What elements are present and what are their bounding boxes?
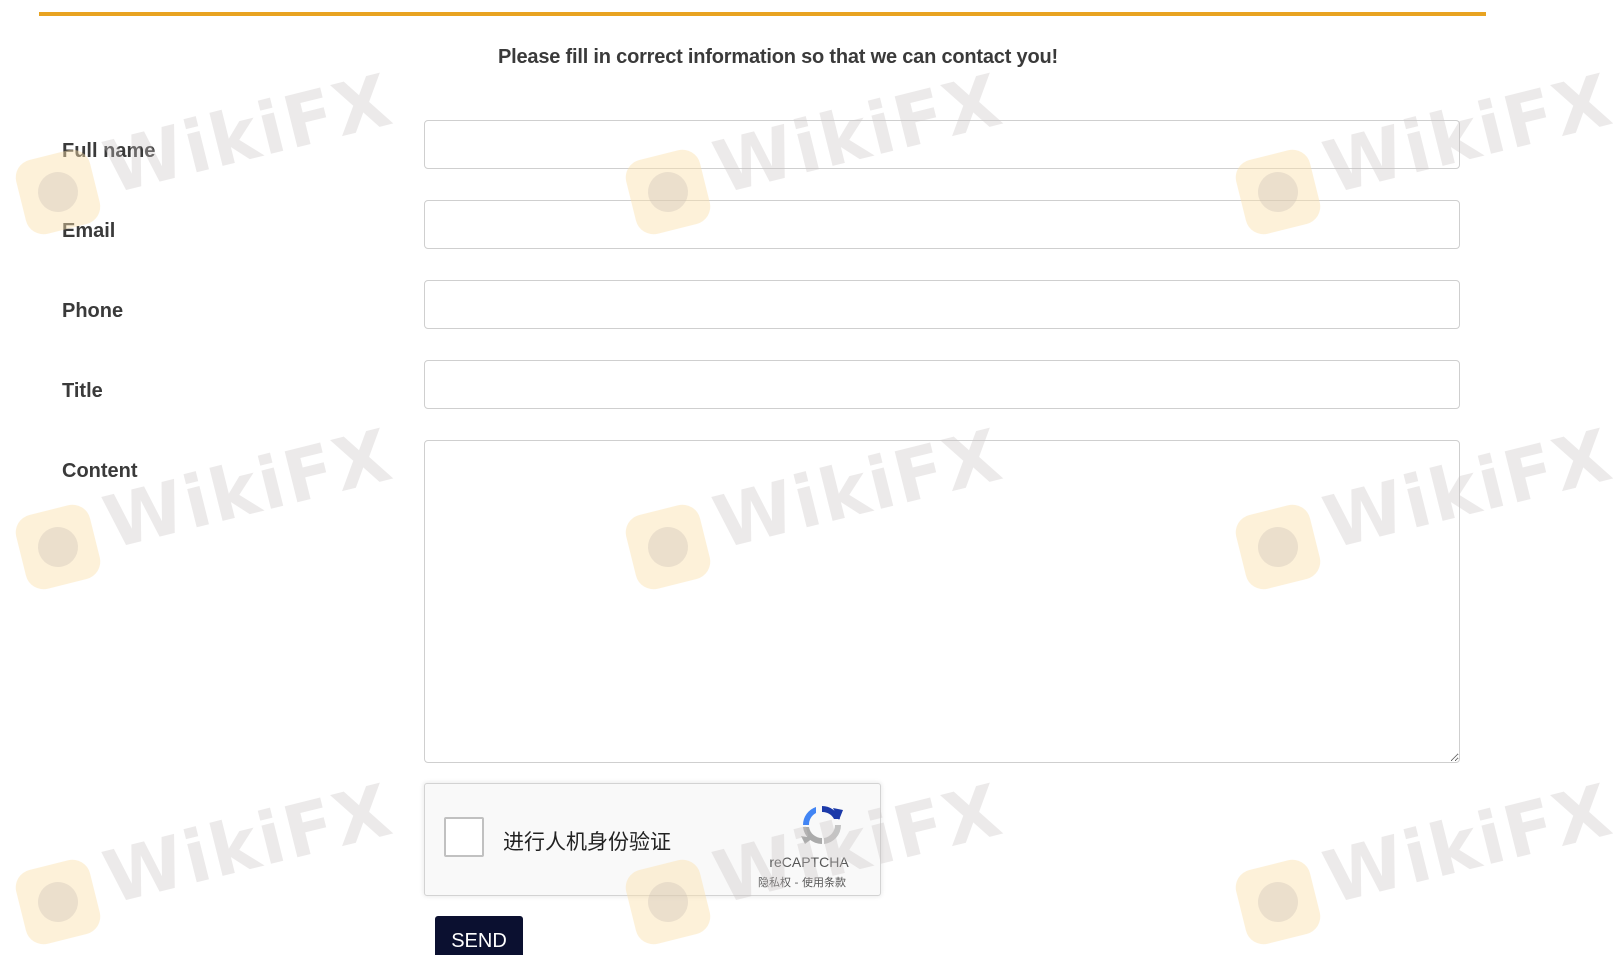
phone-label: Phone [62, 300, 124, 322]
top-divider [39, 12, 1486, 16]
watermark-text: WikiFX [1315, 767, 1613, 920]
phone-input[interactable] [424, 280, 1460, 329]
title-input[interactable] [424, 360, 1460, 409]
recaptcha-checkbox[interactable] [444, 817, 484, 857]
email-input[interactable] [424, 200, 1460, 249]
full-name-input[interactable] [424, 120, 1460, 169]
content-label: Content [62, 460, 138, 482]
watermark-text: WikiFX [95, 57, 401, 211]
form-intro: Please fill in correct information so th… [498, 46, 1058, 68]
email-label: Email [62, 220, 116, 242]
wikifx-logo-icon [11, 855, 105, 949]
recaptcha-widget: 进行人机身份验证 reCAPTCHA 隐私权 - 使用条款 [424, 783, 881, 896]
wikifx-logo-icon [11, 500, 105, 594]
contact-page: Please fill in correct information so th… [0, 0, 1613, 955]
watermark: WikiFX [11, 413, 401, 594]
wikifx-logo-icon [1231, 855, 1325, 949]
recaptcha-terms-link[interactable]: 隐私权 - 使用条款 [725, 874, 879, 890]
watermark: WikiFX [1231, 768, 1613, 949]
content-textarea[interactable] [424, 440, 1460, 763]
watermark: WikiFX [11, 768, 401, 949]
full-name-label: Full name [62, 140, 156, 162]
recaptcha-logo-icon [801, 806, 843, 845]
watermark-text: WikiFX [95, 412, 401, 565]
recaptcha-label: 进行人机身份验证 [503, 830, 671, 854]
recaptcha-brand: reCAPTCHA [769, 854, 849, 870]
send-button[interactable]: SEND [435, 916, 523, 955]
title-label: Title [62, 380, 103, 402]
watermark: WikiFX [11, 58, 401, 239]
watermark-text: WikiFX [95, 767, 401, 920]
